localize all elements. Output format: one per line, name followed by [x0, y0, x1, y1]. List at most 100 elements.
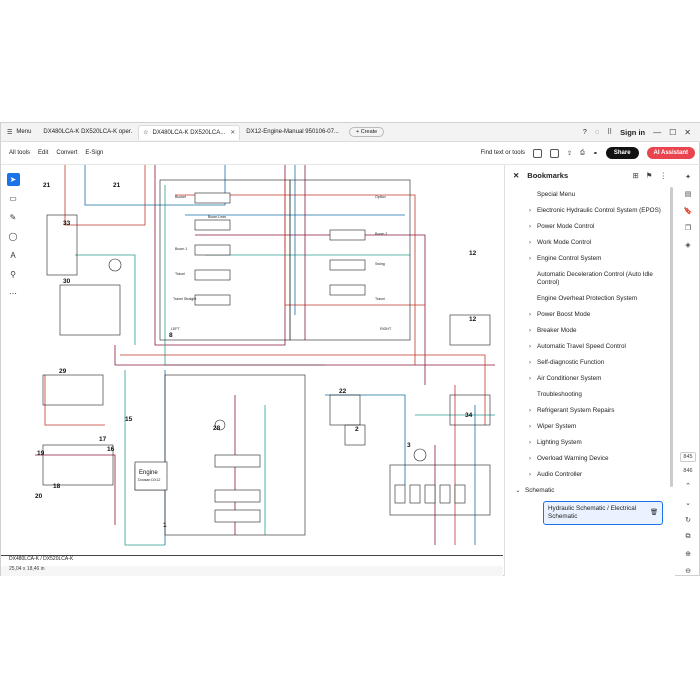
chevron-right-icon[interactable]: ›	[505, 343, 537, 351]
label-bucket: Bucket	[175, 195, 186, 199]
layers-icon[interactable]: ◈	[683, 239, 694, 250]
bookmark-selected-hydraulic-schematic[interactable]: Hydraulic Schematic / Electrical Schemat…	[543, 501, 663, 525]
create-label: Create	[360, 129, 378, 135]
share-button[interactable]: Share	[605, 147, 639, 159]
bookmark-schematic-section[interactable]: ⌄ Schematic	[505, 483, 665, 499]
bookmark-refrigerant[interactable]: › Refrigerant System Repairs	[505, 403, 665, 419]
refresh-icon[interactable]: ↻	[683, 514, 694, 525]
star-icon[interactable]: ☆	[143, 129, 148, 136]
tab-document-2[interactable]: ☆ DX480LCA-K DX520LCA... ✕	[138, 124, 241, 140]
bookmark-air-conditioner[interactable]: › Air Conditioner System	[505, 371, 665, 387]
chevron-right-icon[interactable]: ›	[505, 239, 537, 247]
chevron-right-icon[interactable]: ›	[505, 223, 537, 231]
chevron-down-icon[interactable]: ⌄	[505, 487, 525, 495]
bookmark-power-boost[interactable]: › Power Boost Mode	[505, 307, 665, 323]
current-page-field[interactable]: 845	[680, 452, 696, 462]
bookmark-label: Work Mode Control	[537, 239, 592, 246]
chevron-right-icon[interactable]: ›	[505, 375, 537, 383]
close-window-icon[interactable]: ✕	[684, 128, 691, 137]
label-21a: 21	[43, 182, 51, 189]
stamp-icon[interactable]: ⚲	[7, 268, 20, 281]
help-icon[interactable]: ?	[583, 129, 587, 136]
minimize-icon[interactable]: —	[653, 128, 661, 137]
find-text-field[interactable]: Find text or tools	[481, 150, 525, 156]
chevron-right-icon[interactable]: ›	[505, 439, 537, 447]
tab-document-1[interactable]: DX480LCA-K DX520LCA-K oper.	[39, 125, 136, 139]
label-boom1: Boom 1	[175, 247, 187, 251]
bookmarks-scrollbar[interactable]	[670, 187, 673, 487]
bookmark-self-diag[interactable]: › Self-diagnostic Function	[505, 355, 665, 371]
bookmark-audio[interactable]: › Audio Controller	[505, 467, 665, 483]
chevron-right-icon[interactable]: ›	[505, 207, 537, 215]
upload-icon[interactable]: ⇪	[567, 150, 572, 157]
chevron-right-icon[interactable]: ›	[505, 407, 537, 415]
chevron-right-icon[interactable]: ›	[505, 311, 537, 319]
search-icon[interactable]	[532, 148, 542, 158]
trash-icon[interactable]: 🗑	[650, 509, 658, 517]
bookmark-label: Audio Controller	[537, 471, 583, 478]
add-bookmark-icon[interactable]: ⊞	[632, 171, 638, 180]
text-icon[interactable]: A	[7, 249, 20, 262]
apps-icon[interactable]: ⠿	[607, 128, 612, 136]
bookmark-power-mode[interactable]: › Power Mode Control	[505, 219, 665, 235]
bookmark-special-menu[interactable]: Special Menu	[505, 187, 665, 203]
copy-icon[interactable]: ⧉	[683, 531, 694, 542]
bookmark-icon[interactable]: ⚑	[646, 171, 653, 180]
convert-menu[interactable]: Convert	[56, 150, 77, 156]
chevron-right-icon[interactable]: ›	[505, 455, 537, 463]
chevron-right-icon[interactable]: ›	[505, 359, 537, 367]
lasso-icon[interactable]: ◯	[7, 230, 20, 243]
acrobat-window: ☰ Menu DX480LCA-K DX520LCA-K oper. ☆ DX4…	[0, 122, 700, 576]
menu-label: Menu	[16, 129, 32, 135]
zoom-out-icon[interactable]: ⊖	[683, 565, 694, 576]
sign-in-button[interactable]: Sign in	[620, 128, 645, 137]
bookmark-troubleshooting[interactable]: Troubleshooting	[505, 387, 665, 403]
pages-icon[interactable]: ❐	[683, 222, 694, 233]
bookmark-travel-speed[interactable]: › Automatic Travel Speed Control	[505, 339, 665, 355]
bookmark-work-mode[interactable]: › Work Mode Control	[505, 235, 665, 251]
bookmark-auto-decel[interactable]: Automatic Deceleration Control (Auto Idl…	[505, 267, 665, 291]
more-tools-icon[interactable]: ⋯	[7, 287, 20, 300]
bookmark-breaker[interactable]: › Breaker Mode	[505, 323, 665, 339]
bookmark-lighting[interactable]: › Lighting System	[505, 435, 665, 451]
chevron-right-icon[interactable]: ›	[505, 471, 537, 479]
bookmark-overload[interactable]: › Overload Warning Device	[505, 451, 665, 467]
document-canvas[interactable]: 21 21 33 30 29 15 17 16 19 18 20 28 1 22…	[25, 165, 503, 555]
close-tab-icon[interactable]: ✕	[230, 129, 235, 136]
print-icon[interactable]: ⎙	[580, 150, 585, 157]
menu-button[interactable]: ☰ Menu	[1, 123, 37, 141]
chevron-up-icon[interactable]: ⌃	[683, 480, 694, 491]
bookmark-engine-control[interactable]: › Engine Control System	[505, 251, 665, 267]
create-button[interactable]: + Create	[348, 127, 385, 137]
all-tools-menu[interactable]: All tools	[9, 150, 30, 156]
comment-icon[interactable]: ▭	[7, 192, 20, 205]
bookmark-overheat[interactable]: Engine Overheat Protection System	[505, 291, 665, 307]
label-boom2: Boom 2	[375, 232, 387, 236]
edit-menu[interactable]: Edit	[38, 150, 48, 156]
maximize-icon[interactable]: ☐	[669, 128, 676, 137]
zoom-in-icon[interactable]: ⊕	[683, 548, 694, 559]
chevron-right-icon[interactable]: ›	[505, 423, 537, 431]
link-icon[interactable]: ⚭	[593, 150, 598, 157]
chevron-right-icon[interactable]: ›	[505, 255, 537, 263]
chevron-right-icon[interactable]: ›	[505, 327, 537, 335]
ai-sparkle-icon[interactable]: ✦	[683, 171, 694, 182]
more-options-icon[interactable]: ⋮	[660, 171, 668, 180]
chevron-down-icon[interactable]: ⌄	[683, 497, 694, 508]
pen-icon[interactable]: ✎	[7, 211, 20, 224]
select-tool-icon[interactable]: ➤	[6, 173, 20, 186]
tab-document-3[interactable]: DX12-Engine-Manual 950106-07...	[242, 125, 343, 139]
bookmark-label: Automatic Travel Speed Control	[537, 343, 626, 350]
esign-menu[interactable]: E-Sign	[85, 150, 103, 156]
bookmark-wiper[interactable]: › Wiper System	[505, 419, 665, 435]
save-icon[interactable]	[549, 148, 559, 158]
hamburger-icon: ☰	[7, 129, 13, 136]
ai-assistant-button[interactable]: AI Assistant	[646, 147, 695, 159]
label-swing: Swing	[375, 262, 385, 266]
close-panel-icon[interactable]: ✕	[513, 171, 519, 180]
comments-icon[interactable]: ▤	[683, 188, 694, 199]
label-boom-less: Boom Less	[208, 215, 226, 219]
bookmarks-icon[interactable]: 🔖	[683, 205, 694, 216]
notifications-icon[interactable]: ◌	[595, 129, 599, 136]
bookmark-epos[interactable]: › Electronic Hydraulic Control System (EP…	[505, 203, 665, 219]
